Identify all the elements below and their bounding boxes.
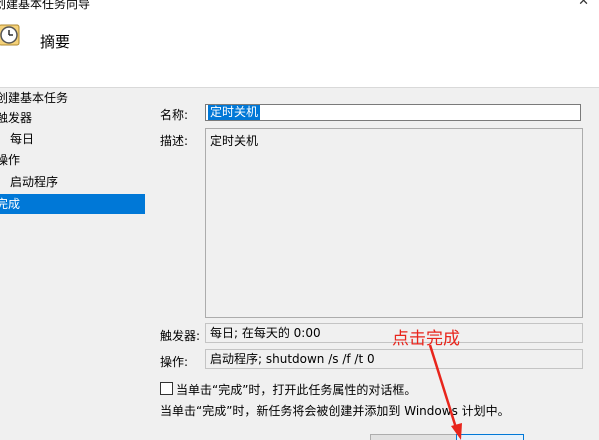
page-title: 摘要 bbox=[40, 33, 71, 51]
sidebar-item-start-program[interactable]: 启动程序 bbox=[0, 172, 58, 192]
name-label: 名称: bbox=[160, 108, 189, 122]
name-value: 定时关机 bbox=[208, 105, 261, 120]
close-icon[interactable]: ✕ bbox=[578, 0, 589, 9]
back-button[interactable] bbox=[370, 434, 460, 440]
finish-note: 当单击“完成”时，新任务将会被创建并添加到 Windows 计划中。 bbox=[160, 404, 510, 418]
sidebar-item-finish[interactable]: 完成 bbox=[0, 194, 145, 214]
open-properties-label[interactable]: 当单击“完成”时，打开此任务属性的对话框。 bbox=[176, 381, 416, 398]
window-title: 创建基本任务向导 bbox=[0, 0, 91, 11]
action-value: 启动程序; shutdown /s /f /t 0 bbox=[210, 352, 375, 366]
action-label: 操作: bbox=[160, 355, 189, 369]
sidebar-item-daily[interactable]: 每日 bbox=[0, 129, 34, 149]
sidebar-item-action[interactable]: 操作 bbox=[0, 150, 20, 170]
name-input[interactable]: 定时关机 bbox=[205, 104, 581, 121]
wizard-sidebar: 创建基本任务 触发器 每日 操作 启动程序 完成 bbox=[0, 88, 148, 440]
trigger-label: 触发器: bbox=[160, 329, 201, 343]
sidebar-item-finish-label: 完成 bbox=[0, 197, 21, 211]
sidebar-item-create-basic-task[interactable]: 创建基本任务 bbox=[0, 88, 68, 108]
description-value: 定时关机 bbox=[210, 134, 259, 148]
clock-calendar-icon bbox=[0, 23, 22, 47]
annotation-text: 点击完成 bbox=[392, 329, 460, 349]
wizard-header: 摘要 bbox=[0, 12, 599, 88]
description-label: 描述: bbox=[160, 134, 189, 148]
sidebar-item-trigger[interactable]: 触发器 bbox=[0, 108, 32, 128]
trigger-value: 每日; 在每天的 0:00 bbox=[210, 326, 321, 340]
action-field: 启动程序; shutdown /s /f /t 0 bbox=[205, 349, 583, 369]
open-properties-checkbox[interactable] bbox=[160, 382, 173, 395]
description-field[interactable]: 定时关机 bbox=[205, 128, 583, 318]
title-bar: 创建基本任务向导 ✕ bbox=[0, 0, 599, 12]
finish-button[interactable] bbox=[456, 434, 524, 440]
